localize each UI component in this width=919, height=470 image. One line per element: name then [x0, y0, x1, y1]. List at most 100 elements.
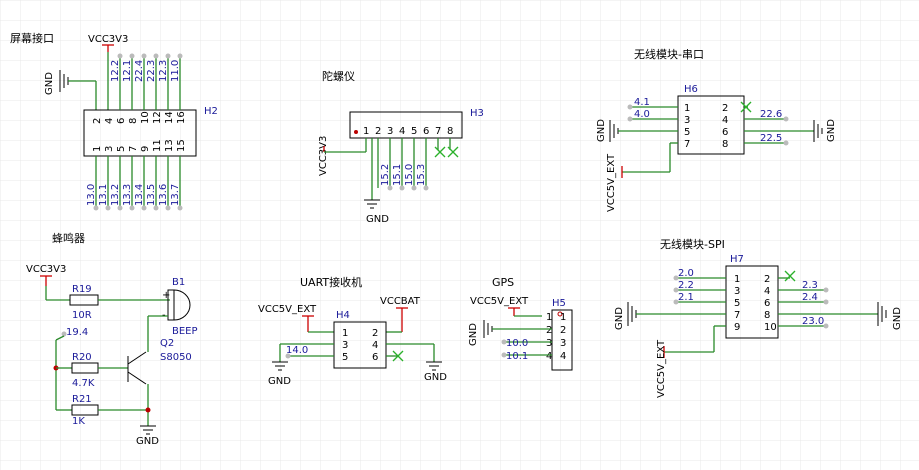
h5-ref: H5 [552, 298, 566, 309]
r21-value: 1K [72, 416, 85, 427]
gnd-label-h7-right: GND [892, 307, 903, 330]
h3-pin1-marker [354, 130, 358, 134]
r21-ref: R21 [72, 394, 92, 405]
h6-right-pin-number: 4 [722, 115, 728, 126]
h3-pin-number: 4 [399, 126, 405, 137]
h2-ref: H2 [204, 106, 218, 117]
h3-ref: H3 [470, 108, 484, 119]
h6-left-pin-number: 5 [684, 127, 690, 138]
h6-left-pin-number: 1 [684, 103, 690, 114]
h6-right-net-label: 22.6 [760, 109, 782, 120]
b1-ref: B1 [172, 277, 185, 288]
pin-end-dot [153, 53, 159, 59]
section-title-gps: GPS [492, 276, 514, 289]
section-title-wireless-uart: 无线模块-串口 [634, 47, 704, 61]
h2-top-net-label: 12.1 [122, 60, 133, 82]
h2-top-pin-number: 2 [92, 118, 103, 124]
vcc5v-ext-label-h7: VCC5V_EXT [656, 339, 667, 398]
vccbat-label: VCCBAT [380, 296, 421, 307]
pin-end-dot [627, 116, 633, 122]
pin-end-dot [783, 116, 789, 122]
pin-end-dot [141, 53, 147, 59]
h7-ref: H7 [730, 254, 744, 265]
h3-net-label: 15.0 [404, 164, 415, 186]
h5-pin-number-outer: 4 [546, 351, 552, 362]
h7-left-pin-number: 7 [734, 310, 740, 321]
h3-pin-number: 5 [411, 126, 417, 137]
h2-top-pin-number: 6 [116, 118, 127, 124]
h2-top-pin-number: 14 [164, 111, 175, 124]
h2-bottom-pin-number: 11 [152, 139, 163, 152]
h7-left-pin-number: 5 [734, 298, 740, 309]
h5-net-label: 10.1 [506, 351, 528, 362]
h7-right-pin-number: 10 [764, 322, 777, 333]
h6-left-net-label: 4.0 [634, 109, 650, 120]
h7-left-pin-number: 9 [734, 322, 740, 333]
section-title-gyro: 陀螺仪 [322, 69, 355, 83]
gnd-label-h4-left: GND [268, 376, 291, 387]
h7-right-net-label: 23.0 [802, 316, 824, 327]
vcc3v3-label-gyro: VCC3V3 [318, 136, 329, 176]
pin-end-dot [129, 53, 135, 59]
pin-end-dot [627, 104, 633, 110]
b1-value: BEEP [172, 326, 198, 337]
h2-bottom-pin-number: 13 [164, 139, 175, 152]
gnd-label-h4-right: GND [424, 372, 447, 383]
h4-left-pin-number: 1 [342, 328, 348, 339]
h7-right-pin-number: 6 [764, 298, 770, 309]
section-title-buzzer: 蜂鸣器 [52, 231, 85, 245]
h2-bottom-net-label: 13.6 [158, 184, 169, 206]
h2-bottom-net-label: 13.4 [134, 184, 145, 206]
h4-right-pin-number: 2 [372, 328, 378, 339]
h3-pin-number: 1 [363, 126, 369, 137]
gnd-label-h6-right: GND [826, 119, 837, 142]
section-title-wireless-spi: 无线模块-SPI [660, 237, 725, 251]
h6-left-net-label: 4.1 [634, 97, 650, 108]
h4-right-pin-number: 4 [372, 340, 378, 351]
h2-top-net-label: 22.4 [134, 60, 145, 82]
h4-left-pin-number: 3 [342, 340, 348, 351]
h3-net-label: 15.1 [392, 164, 403, 186]
h2-bottom-pin-number: 7 [128, 146, 139, 152]
h7-right-pin-number: 4 [764, 286, 770, 297]
h3-pin-number: 2 [375, 126, 381, 137]
vcc3v3-label: VCC3V3 [88, 34, 128, 45]
vcc5v-ext-label-h4: VCC5V_EXT [258, 304, 317, 315]
h2-top-pin-number: 16 [176, 111, 187, 124]
r20-value: 4.7K [72, 378, 95, 389]
schematic-canvas: 屏幕接口 VCC3V3 GND H2 2 4 6 8 10 12 14 1612.2 12.1 2… [0, 0, 919, 470]
h7-left-net-label: 2.0 [678, 268, 694, 279]
h6-right-net-label: 22.5 [760, 133, 782, 144]
h2-bottom-net-label: 13.5 [146, 184, 157, 206]
h7-left-pin-number: 1 [734, 274, 740, 285]
h2-top-pin-number: 4 [104, 118, 115, 124]
vcc5v-ext-label-h5: VCC5V_EXT [470, 296, 529, 307]
vcc3v3-label-buzzer: VCC3V3 [26, 264, 66, 275]
h7-right-pin-number: 8 [764, 310, 770, 321]
h3-pin-number: 3 [387, 126, 393, 137]
h4-ref: H4 [336, 310, 350, 321]
gnd-label-h6-left: GND [596, 119, 607, 142]
h2-bottom-net-label: 13.1 [98, 184, 109, 206]
q2-ref: Q2 [160, 338, 174, 349]
h6-left-pin-number: 3 [684, 115, 690, 126]
h3-pin-number: 7 [435, 126, 441, 137]
gnd-label-h5: GND [468, 323, 479, 346]
section-title-screen: 屏幕接口 [10, 31, 54, 45]
h2-bottom-pin-number: 15 [176, 139, 187, 152]
h5-pin-number-inner: 4 [560, 351, 566, 362]
pin-end-dot [823, 299, 829, 305]
h2-top-pin-number: 10 [140, 111, 151, 124]
h5-pin-number-inner: 2 [560, 325, 566, 336]
r20-ref: R20 [72, 352, 92, 363]
h3-net-label: 15.2 [380, 164, 391, 186]
h2-bottom-pin-number: 5 [116, 146, 127, 152]
h7-left-net-label: 2.1 [678, 292, 694, 303]
h7-right-net-label: 2.4 [802, 292, 818, 303]
h2-top-net-label: 12.3 [158, 60, 169, 82]
q2-value: S8050 [160, 352, 192, 363]
h2-bottom-pin-number: 1 [92, 146, 103, 152]
h7-left-net-label: 2.2 [678, 280, 694, 291]
h5-pin-number-outer: 3 [546, 338, 552, 349]
h5-pin-number-inner: 3 [560, 338, 566, 349]
